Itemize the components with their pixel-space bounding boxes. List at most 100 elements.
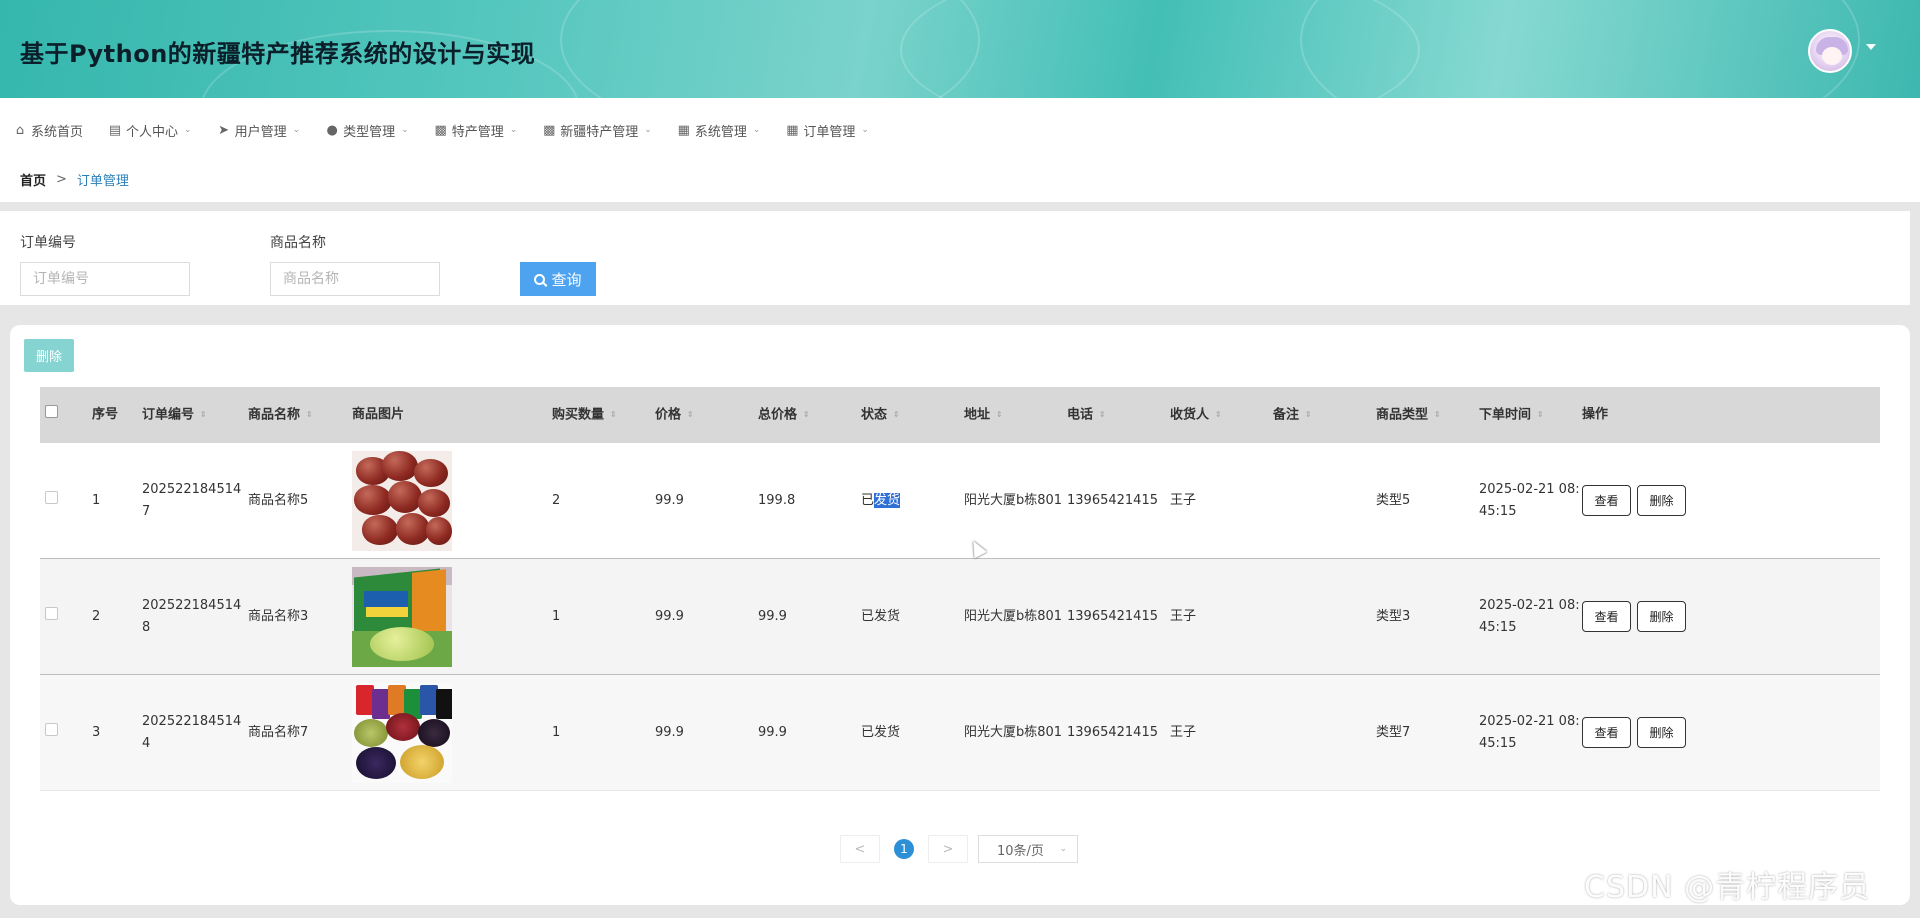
sort-icon[interactable]: ⇕	[610, 404, 617, 426]
cell-type: 类型3	[1376, 608, 1411, 624]
cell-index: 1	[92, 492, 101, 508]
cell-receiver: 王子	[1170, 492, 1197, 508]
query-button[interactable]: 查询	[520, 262, 596, 296]
app-title: 基于Python的新疆特产推荐系统的设计与实现	[20, 40, 536, 68]
product-name-input[interactable]	[270, 262, 440, 296]
view-button[interactable]: 查看	[1582, 485, 1631, 516]
view-button[interactable]: 查看	[1582, 601, 1631, 632]
column-header[interactable]: 商品名称 ⇕	[248, 404, 352, 427]
column-header[interactable]: 备注 ⇕	[1273, 404, 1376, 427]
select-all-checkbox[interactable]	[40, 404, 92, 426]
page-size-select[interactable]: 10条/页 ⌄	[978, 835, 1078, 863]
sort-icon[interactable]: ⇕	[306, 404, 313, 426]
cell-actions: 查看 删除	[1582, 601, 1702, 632]
grid-icon: ▦	[677, 122, 690, 138]
nav-item-5[interactable]: ▩ 新疆特产管理 ⌄	[541, 121, 652, 140]
cell-order-no: 2025221845147	[142, 481, 242, 519]
column-header[interactable]: 下单时间 ⇕	[1479, 404, 1582, 427]
cell-phone: 13965421415	[1067, 608, 1158, 624]
cell-order-no: 2025221845148	[142, 597, 242, 635]
nav-item-4[interactable]: ▩ 特产管理 ⌄	[433, 121, 518, 140]
sort-icon[interactable]: ⇕	[1305, 404, 1312, 426]
pagination: < 1 > 10条/页 ⌄	[840, 835, 1078, 863]
cell-type: 类型5	[1376, 492, 1411, 508]
cell-product: 商品名称7	[248, 724, 309, 740]
breadcrumb-home[interactable]: 首页	[20, 170, 46, 189]
column-header[interactable]: 总价格 ⇕	[758, 404, 861, 427]
page-size-value: 10条/页	[997, 843, 1044, 859]
cell-address: 阳光大厦b栋801	[964, 724, 1063, 740]
product-image	[352, 566, 452, 667]
nav-item-3[interactable]: ● 类型管理 ⌄	[324, 121, 408, 140]
nav-item-label: 特产管理	[451, 124, 504, 140]
column-header[interactable]: 状态 ⇕	[861, 404, 964, 427]
nav-menu: ⌂ 系统首页 ▤ 个人中心 ⌄ ➤ 用户管理 ⌄ ● 类型管理 ⌄ ▩ 特产管理 ⌄ ▩ 新疆特产管理 ⌄ ▦ 系统…	[0, 98, 893, 162]
page-1-button[interactable]: 1	[894, 839, 914, 859]
view-button[interactable]: 查看	[1582, 717, 1631, 748]
profile-card-icon: ▤	[108, 122, 122, 138]
table-body: 1 2025221845147 商品名称5 2 99.9 199.8 已发货 阳光大厦b栋80…	[40, 443, 1880, 791]
column-header[interactable]: 收货人 ⇕	[1170, 404, 1273, 427]
column-header[interactable]: 购买数量 ⇕	[552, 404, 655, 427]
chevron-down-icon: ⌄	[1059, 844, 1067, 854]
bulb-icon: ●	[326, 122, 338, 138]
sort-icon[interactable]: ⇕	[1537, 404, 1544, 426]
user-avatar[interactable]	[1808, 29, 1852, 73]
delete-button[interactable]: 删除	[1637, 485, 1686, 516]
nav-item-0[interactable]: ⌂ 系统首页	[12, 121, 83, 140]
sort-icon[interactable]: ⇕	[893, 404, 900, 426]
cell-address: 阳光大厦b栋801	[964, 492, 1063, 508]
cell-status: 已发货	[861, 492, 901, 508]
sort-icon[interactable]: ⇕	[1434, 404, 1441, 426]
chevron-down-icon: ⌄	[184, 125, 192, 135]
nav-item-label: 系统管理	[694, 124, 747, 140]
row-checkbox[interactable]	[40, 722, 92, 744]
sort-icon[interactable]: ⇕	[1099, 404, 1106, 426]
prev-page-button[interactable]: <	[840, 835, 880, 863]
column-header[interactable]: 价格 ⇕	[655, 404, 758, 427]
cell-total: 99.9	[758, 608, 787, 624]
sort-icon[interactable]: ⇕	[687, 404, 694, 426]
cell-total: 99.9	[758, 724, 787, 740]
delete-button[interactable]: 删除	[1637, 717, 1686, 748]
watermark: CSDN @青柠程序员	[1584, 870, 1871, 905]
nav-item-label: 类型管理	[343, 124, 396, 140]
nav-item-1[interactable]: ▤ 个人中心 ⌄	[107, 121, 192, 140]
sort-icon[interactable]: ⇕	[200, 404, 207, 426]
nav-item-7[interactable]: ▦ 订单管理 ⌄	[784, 121, 869, 140]
user-menu-caret-icon[interactable]	[1866, 44, 1876, 50]
sort-icon[interactable]: ⇕	[1215, 404, 1222, 426]
chevron-down-icon: ⌄	[292, 125, 301, 135]
cell-status: 已发货	[861, 608, 901, 624]
column-header[interactable]: 订单编号 ⇕	[142, 404, 248, 427]
chevron-down-icon: ⌄	[752, 125, 761, 135]
order-no-input[interactable]	[20, 262, 190, 296]
next-page-button[interactable]: >	[928, 835, 968, 863]
nav-item-6[interactable]: ▦ 系统管理 ⌄	[676, 121, 761, 140]
nav-item-2[interactable]: ➤ 用户管理 ⌄	[216, 121, 301, 140]
column-header[interactable]: 电话 ⇕	[1067, 404, 1170, 427]
cell-price: 99.9	[655, 724, 684, 740]
batch-delete-button[interactable]: 删除	[24, 339, 74, 372]
column-header: 商品图片	[352, 407, 405, 422]
row-checkbox[interactable]	[40, 606, 92, 628]
product-image	[352, 682, 452, 783]
grid-icon: ▦	[786, 122, 799, 138]
chat-icon: ▩	[543, 122, 556, 138]
product-image	[352, 450, 452, 551]
sort-icon[interactable]: ⇕	[996, 404, 1003, 426]
nav-item-label: 订单管理	[803, 124, 856, 140]
nav-item-label: 新疆特产管理	[560, 124, 639, 140]
paper-plane-icon: ➤	[218, 122, 230, 138]
delete-button[interactable]: 删除	[1637, 601, 1686, 632]
cell-address: 阳光大厦b栋801	[964, 608, 1063, 624]
chevron-down-icon: ⌄	[509, 125, 518, 135]
cell-price: 99.9	[655, 608, 684, 624]
column-header[interactable]: 地址 ⇕	[964, 404, 1067, 427]
cell-total: 199.8	[758, 492, 796, 508]
column-header[interactable]: 商品类型 ⇕	[1376, 404, 1479, 427]
cell-phone: 13965421415	[1067, 492, 1158, 508]
column-header: 序号	[92, 407, 119, 422]
sort-icon[interactable]: ⇕	[803, 404, 810, 426]
row-checkbox[interactable]	[40, 490, 92, 512]
